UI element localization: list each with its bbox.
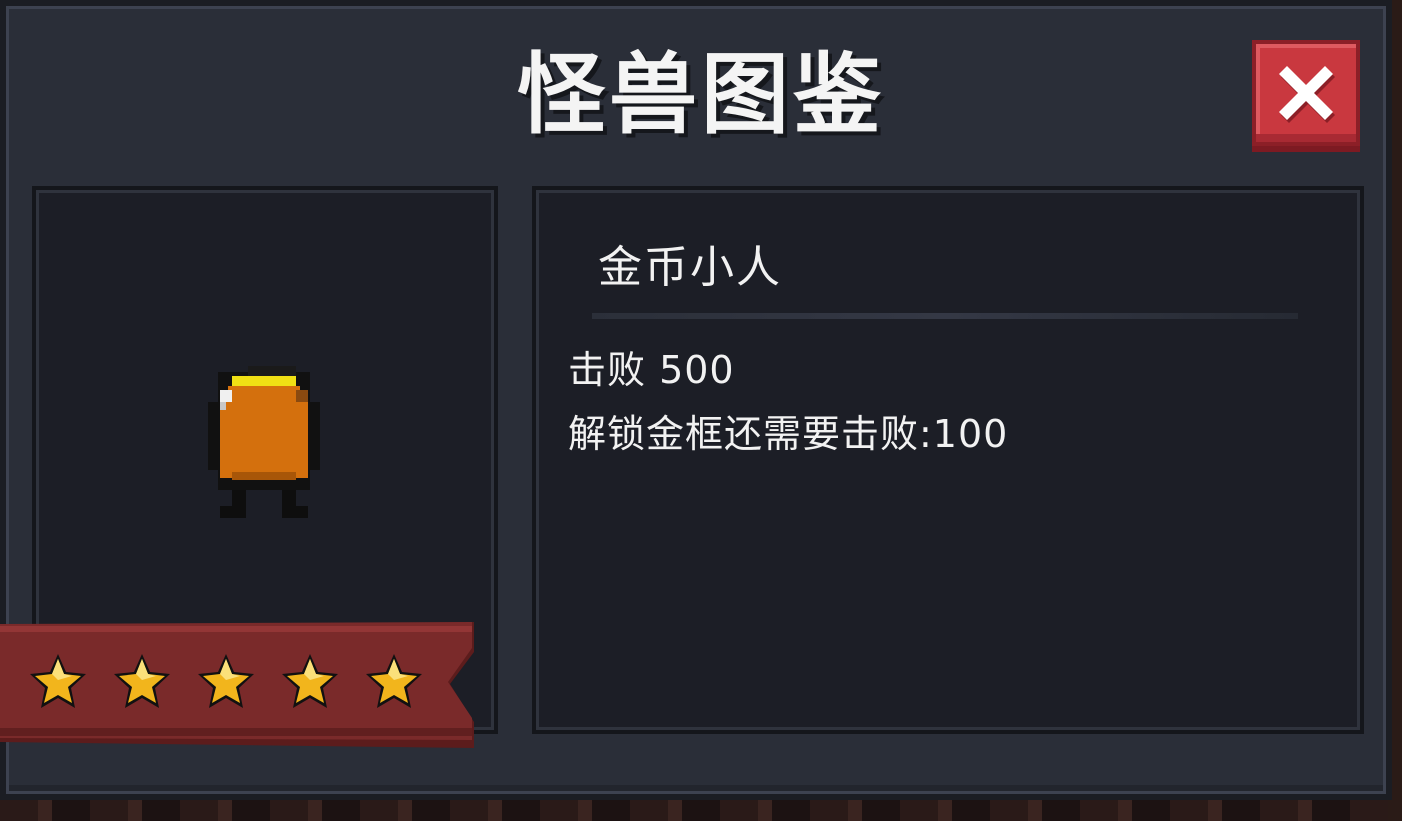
dialog-title: 怪兽图鉴 xyxy=(516,43,885,146)
unlock-requirement: 解锁金框还需要击败:100 xyxy=(568,412,1009,456)
close-icon xyxy=(1279,66,1335,123)
star-rating xyxy=(26,650,426,714)
name-divider xyxy=(592,313,1298,319)
star-icon xyxy=(198,654,254,708)
kill-count: 击败 500 xyxy=(568,348,735,392)
monster-name: 金币小人 xyxy=(598,242,782,293)
close-button[interactable] xyxy=(1252,40,1360,146)
star-icon xyxy=(30,654,86,708)
star-icon xyxy=(114,654,170,708)
star-icon xyxy=(282,654,338,708)
star-icon xyxy=(366,654,422,708)
monster-sprite xyxy=(208,366,320,518)
